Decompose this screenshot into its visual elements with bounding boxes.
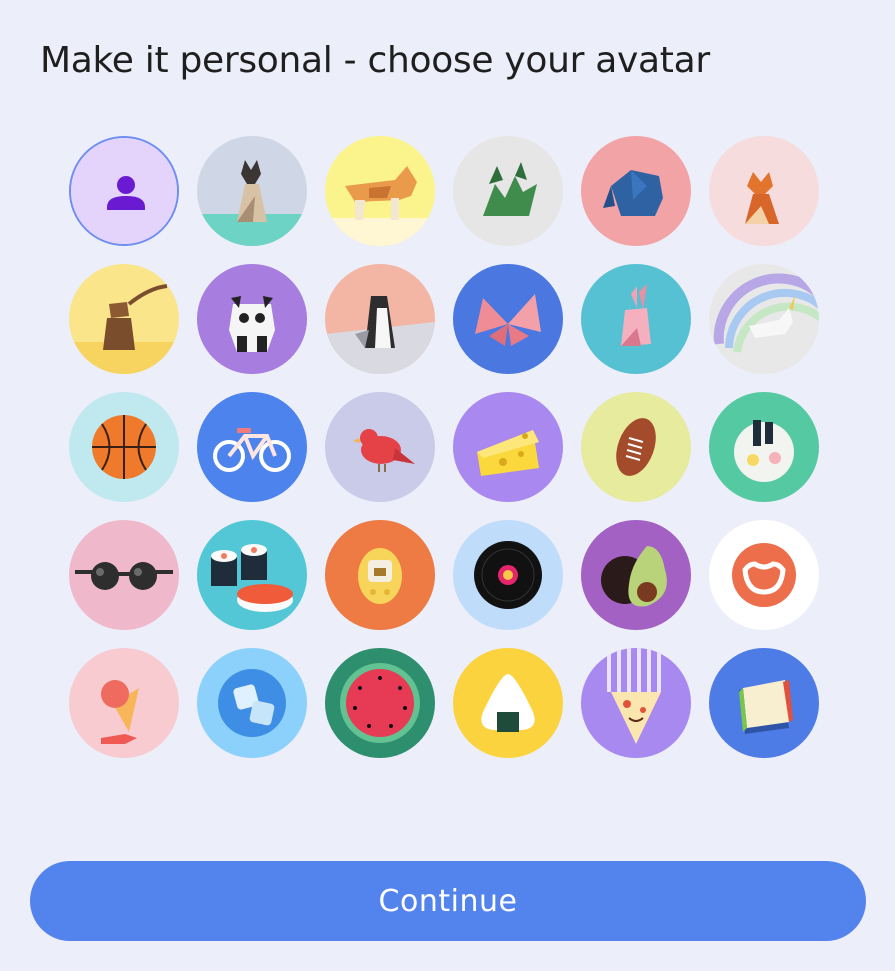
- origami-penguin-icon: [325, 264, 435, 374]
- avatar-option[interactable]: [709, 520, 819, 630]
- origami-dragon-icon: [453, 136, 563, 246]
- avatar-option[interactable]: [453, 264, 563, 374]
- avatar-option[interactable]: [581, 136, 691, 246]
- ice-cubes-icon: [197, 648, 307, 758]
- avatar-option[interactable]: [453, 520, 563, 630]
- origami-rabbit-icon: [581, 264, 691, 374]
- avatar-option[interactable]: [325, 136, 435, 246]
- default-person-icon: [71, 138, 177, 244]
- avatar-option[interactable]: [197, 520, 307, 630]
- avatar-option[interactable]: [453, 648, 563, 758]
- avatar-option[interactable]: [197, 648, 307, 758]
- avatar-option[interactable]: [453, 136, 563, 246]
- avatar-option[interactable]: [69, 520, 179, 630]
- football-icon: [581, 392, 691, 502]
- origami-corgi-icon: [325, 136, 435, 246]
- avatar-option[interactable]: [581, 520, 691, 630]
- avatar-option[interactable]: [453, 392, 563, 502]
- origami-cat-icon: [197, 136, 307, 246]
- origami-monkey-icon: [69, 264, 179, 374]
- avatar-option[interactable]: [325, 264, 435, 374]
- cheese-icon: [453, 392, 563, 502]
- avatar-option[interactable]: [709, 136, 819, 246]
- avatar-option[interactable]: [325, 648, 435, 758]
- avatar-option[interactable]: [325, 520, 435, 630]
- avatar-option[interactable]: [581, 392, 691, 502]
- origami-elephant-icon: [581, 136, 691, 246]
- page-title: Make it personal - choose your avatar: [40, 40, 710, 81]
- avatar-option[interactable]: [69, 264, 179, 374]
- vinyl-record-icon: [453, 520, 563, 630]
- basketball-icon: [69, 392, 179, 502]
- continue-button[interactable]: Continue: [30, 861, 866, 941]
- avatar-option[interactable]: [197, 392, 307, 502]
- avatar-option[interactable]: [581, 648, 691, 758]
- origami-unicorn-icon: [709, 264, 819, 374]
- avatar-option[interactable]: [197, 136, 307, 246]
- bicycle-icon: [197, 392, 307, 502]
- avatar-option[interactable]: [581, 264, 691, 374]
- watermelon-icon: [325, 648, 435, 758]
- avatar-option[interactable]: [69, 392, 179, 502]
- avatar-option[interactable]: [709, 392, 819, 502]
- origami-butterfly-icon: [453, 264, 563, 374]
- avatar-option[interactable]: [69, 136, 179, 246]
- avatar-option[interactable]: [325, 392, 435, 502]
- avatar-option[interactable]: [69, 648, 179, 758]
- bird-icon: [325, 392, 435, 502]
- avatar-grid: [69, 136, 819, 758]
- ramen-icon: [709, 392, 819, 502]
- sandwich-icon: [709, 648, 819, 758]
- smile-logo-icon: [709, 520, 819, 630]
- avatar-option[interactable]: [709, 648, 819, 758]
- avocado-icon: [581, 520, 691, 630]
- pizza-icon: [581, 648, 691, 758]
- sushi-icon: [197, 520, 307, 630]
- origami-fox-icon: [709, 136, 819, 246]
- avatar-option[interactable]: [197, 264, 307, 374]
- origami-panda-icon: [197, 264, 307, 374]
- avatar-option[interactable]: [709, 264, 819, 374]
- ice-cream-icon: [69, 648, 179, 758]
- sunglasses-icon: [69, 520, 179, 630]
- onigiri-icon: [453, 648, 563, 758]
- handheld-game-icon: [325, 520, 435, 630]
